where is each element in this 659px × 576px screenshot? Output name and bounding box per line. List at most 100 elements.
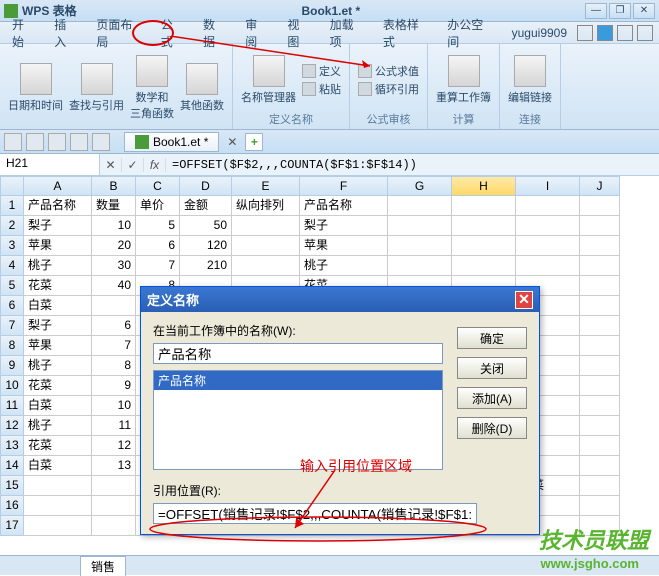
cell[interactable] <box>580 476 620 496</box>
menu-view[interactable]: 视图 <box>281 14 315 52</box>
cell[interactable] <box>580 296 620 316</box>
col-header-C[interactable]: C <box>136 176 180 196</box>
name-input[interactable] <box>153 343 443 364</box>
undo-icon[interactable] <box>70 133 88 151</box>
list-item[interactable]: 产品名称 <box>154 371 442 390</box>
close-button[interactable]: 关闭 <box>457 357 527 379</box>
header-cell[interactable]: 金额 <box>180 196 232 216</box>
row-header[interactable]: 14 <box>0 456 24 476</box>
menu-data[interactable]: 数据 <box>197 14 231 52</box>
save-icon[interactable] <box>4 133 22 151</box>
row-header[interactable]: 6 <box>0 296 24 316</box>
cell[interactable]: 花菜 <box>24 436 92 456</box>
cell[interactable] <box>580 336 620 356</box>
col-header-I[interactable]: I <box>516 176 580 196</box>
cell[interactable]: 30 <box>92 256 136 276</box>
cell[interactable] <box>580 396 620 416</box>
menu-table-style[interactable]: 表格样式 <box>377 14 433 52</box>
define-name-button[interactable]: 定义 <box>302 63 341 79</box>
select-all-corner[interactable] <box>0 176 24 196</box>
cell[interactable] <box>452 236 516 256</box>
cell[interactable] <box>24 476 92 496</box>
col-header-E[interactable]: E <box>232 176 300 196</box>
cell[interactable]: 9 <box>92 376 136 396</box>
cell[interactable]: 7 <box>136 256 180 276</box>
edit-links-button[interactable]: 编辑链接 <box>508 55 552 105</box>
cell[interactable]: 210 <box>180 256 232 276</box>
cancel-formula-icon[interactable]: ✕ <box>100 158 122 172</box>
cell[interactable] <box>92 476 136 496</box>
row-header[interactable]: 2 <box>0 216 24 236</box>
header-cell[interactable]: 单价 <box>136 196 180 216</box>
row-header[interactable]: 3 <box>0 236 24 256</box>
circular-ref-button[interactable]: 循环引用 <box>358 81 419 97</box>
menu-workspace[interactable]: 办公空间 <box>441 14 497 52</box>
dialog-title-bar[interactable]: 定义名称 ✕ <box>141 287 539 312</box>
cell[interactable] <box>24 516 92 536</box>
cell[interactable] <box>516 256 580 276</box>
cell[interactable]: 梨子 <box>300 216 388 236</box>
menu-addon[interactable]: 加载项 <box>324 14 369 52</box>
names-listbox[interactable]: 产品名称 <box>153 370 443 470</box>
row-header[interactable]: 8 <box>0 336 24 356</box>
cell[interactable] <box>516 236 580 256</box>
row-header[interactable]: 12 <box>0 416 24 436</box>
cell[interactable]: 10 <box>92 396 136 416</box>
cell[interactable] <box>580 236 620 256</box>
row-header[interactable]: 15 <box>0 476 24 496</box>
col-header-A[interactable]: A <box>24 176 92 196</box>
cell[interactable] <box>92 496 136 516</box>
dialog-close-icon[interactable]: ✕ <box>515 291 533 309</box>
col-header-H[interactable]: H <box>452 176 516 196</box>
cell[interactable]: 50 <box>180 216 232 236</box>
cell[interactable]: 花菜 <box>24 276 92 296</box>
col-header-F[interactable]: F <box>300 176 388 196</box>
redo-icon[interactable] <box>92 133 110 151</box>
preview-icon[interactable] <box>48 133 66 151</box>
cell[interactable] <box>388 256 452 276</box>
cell[interactable] <box>580 356 620 376</box>
cell[interactable] <box>580 416 620 436</box>
col-header-D[interactable]: D <box>180 176 232 196</box>
user-icon[interactable] <box>577 25 593 41</box>
workbook-tab[interactable]: Book1.et * <box>124 132 219 152</box>
cell[interactable] <box>452 256 516 276</box>
cell[interactable]: 5 <box>136 216 180 236</box>
menu-insert[interactable]: 插入 <box>48 14 82 52</box>
formula-input[interactable]: =OFFSET($F$2,,,COUNTA($F$1:$F$14)) <box>166 156 659 174</box>
col-header-J[interactable]: J <box>580 176 620 196</box>
evaluate-formula-button[interactable]: 公式求值 <box>358 63 419 79</box>
row-header[interactable]: 16 <box>0 496 24 516</box>
math-button[interactable]: 数学和 三角函数 <box>130 55 174 121</box>
name-manager-button[interactable]: 名称管理器 <box>241 55 296 105</box>
cell[interactable] <box>580 496 620 516</box>
cell[interactable] <box>232 236 300 256</box>
cell[interactable] <box>580 276 620 296</box>
cell[interactable]: 花菜 <box>24 376 92 396</box>
new-tab-button[interactable]: + <box>245 133 263 151</box>
add-button[interactable]: 添加(A) <box>457 387 527 409</box>
cell[interactable]: 苹果 <box>300 236 388 256</box>
sheet-tab[interactable]: 销售 <box>80 556 126 576</box>
user-menu-icon[interactable] <box>617 25 633 41</box>
paste-name-button[interactable]: 粘贴 <box>302 81 341 97</box>
cell[interactable]: 13 <box>92 456 136 476</box>
cell[interactable] <box>516 216 580 236</box>
header-cell[interactable]: 产品名称 <box>300 196 388 216</box>
row-header[interactable]: 11 <box>0 396 24 416</box>
cell[interactable] <box>232 256 300 276</box>
ok-button[interactable]: 确定 <box>457 327 527 349</box>
cell[interactable]: 11 <box>92 416 136 436</box>
cell[interactable]: 桃子 <box>24 356 92 376</box>
cell[interactable]: 白菜 <box>24 296 92 316</box>
cell[interactable]: 6 <box>136 236 180 256</box>
cloud-icon[interactable] <box>597 25 613 41</box>
row-header[interactable]: 13 <box>0 436 24 456</box>
close-button[interactable]: ✕ <box>633 3 655 19</box>
header-cell[interactable]: 数量 <box>92 196 136 216</box>
other-func-button[interactable]: 其他函数 <box>180 63 224 113</box>
cell[interactable]: 12 <box>92 436 136 456</box>
menu-formula[interactable]: 公式 <box>155 14 189 52</box>
row-header[interactable]: 17 <box>0 516 24 536</box>
tab-close-icon[interactable]: ✕ <box>227 135 237 149</box>
